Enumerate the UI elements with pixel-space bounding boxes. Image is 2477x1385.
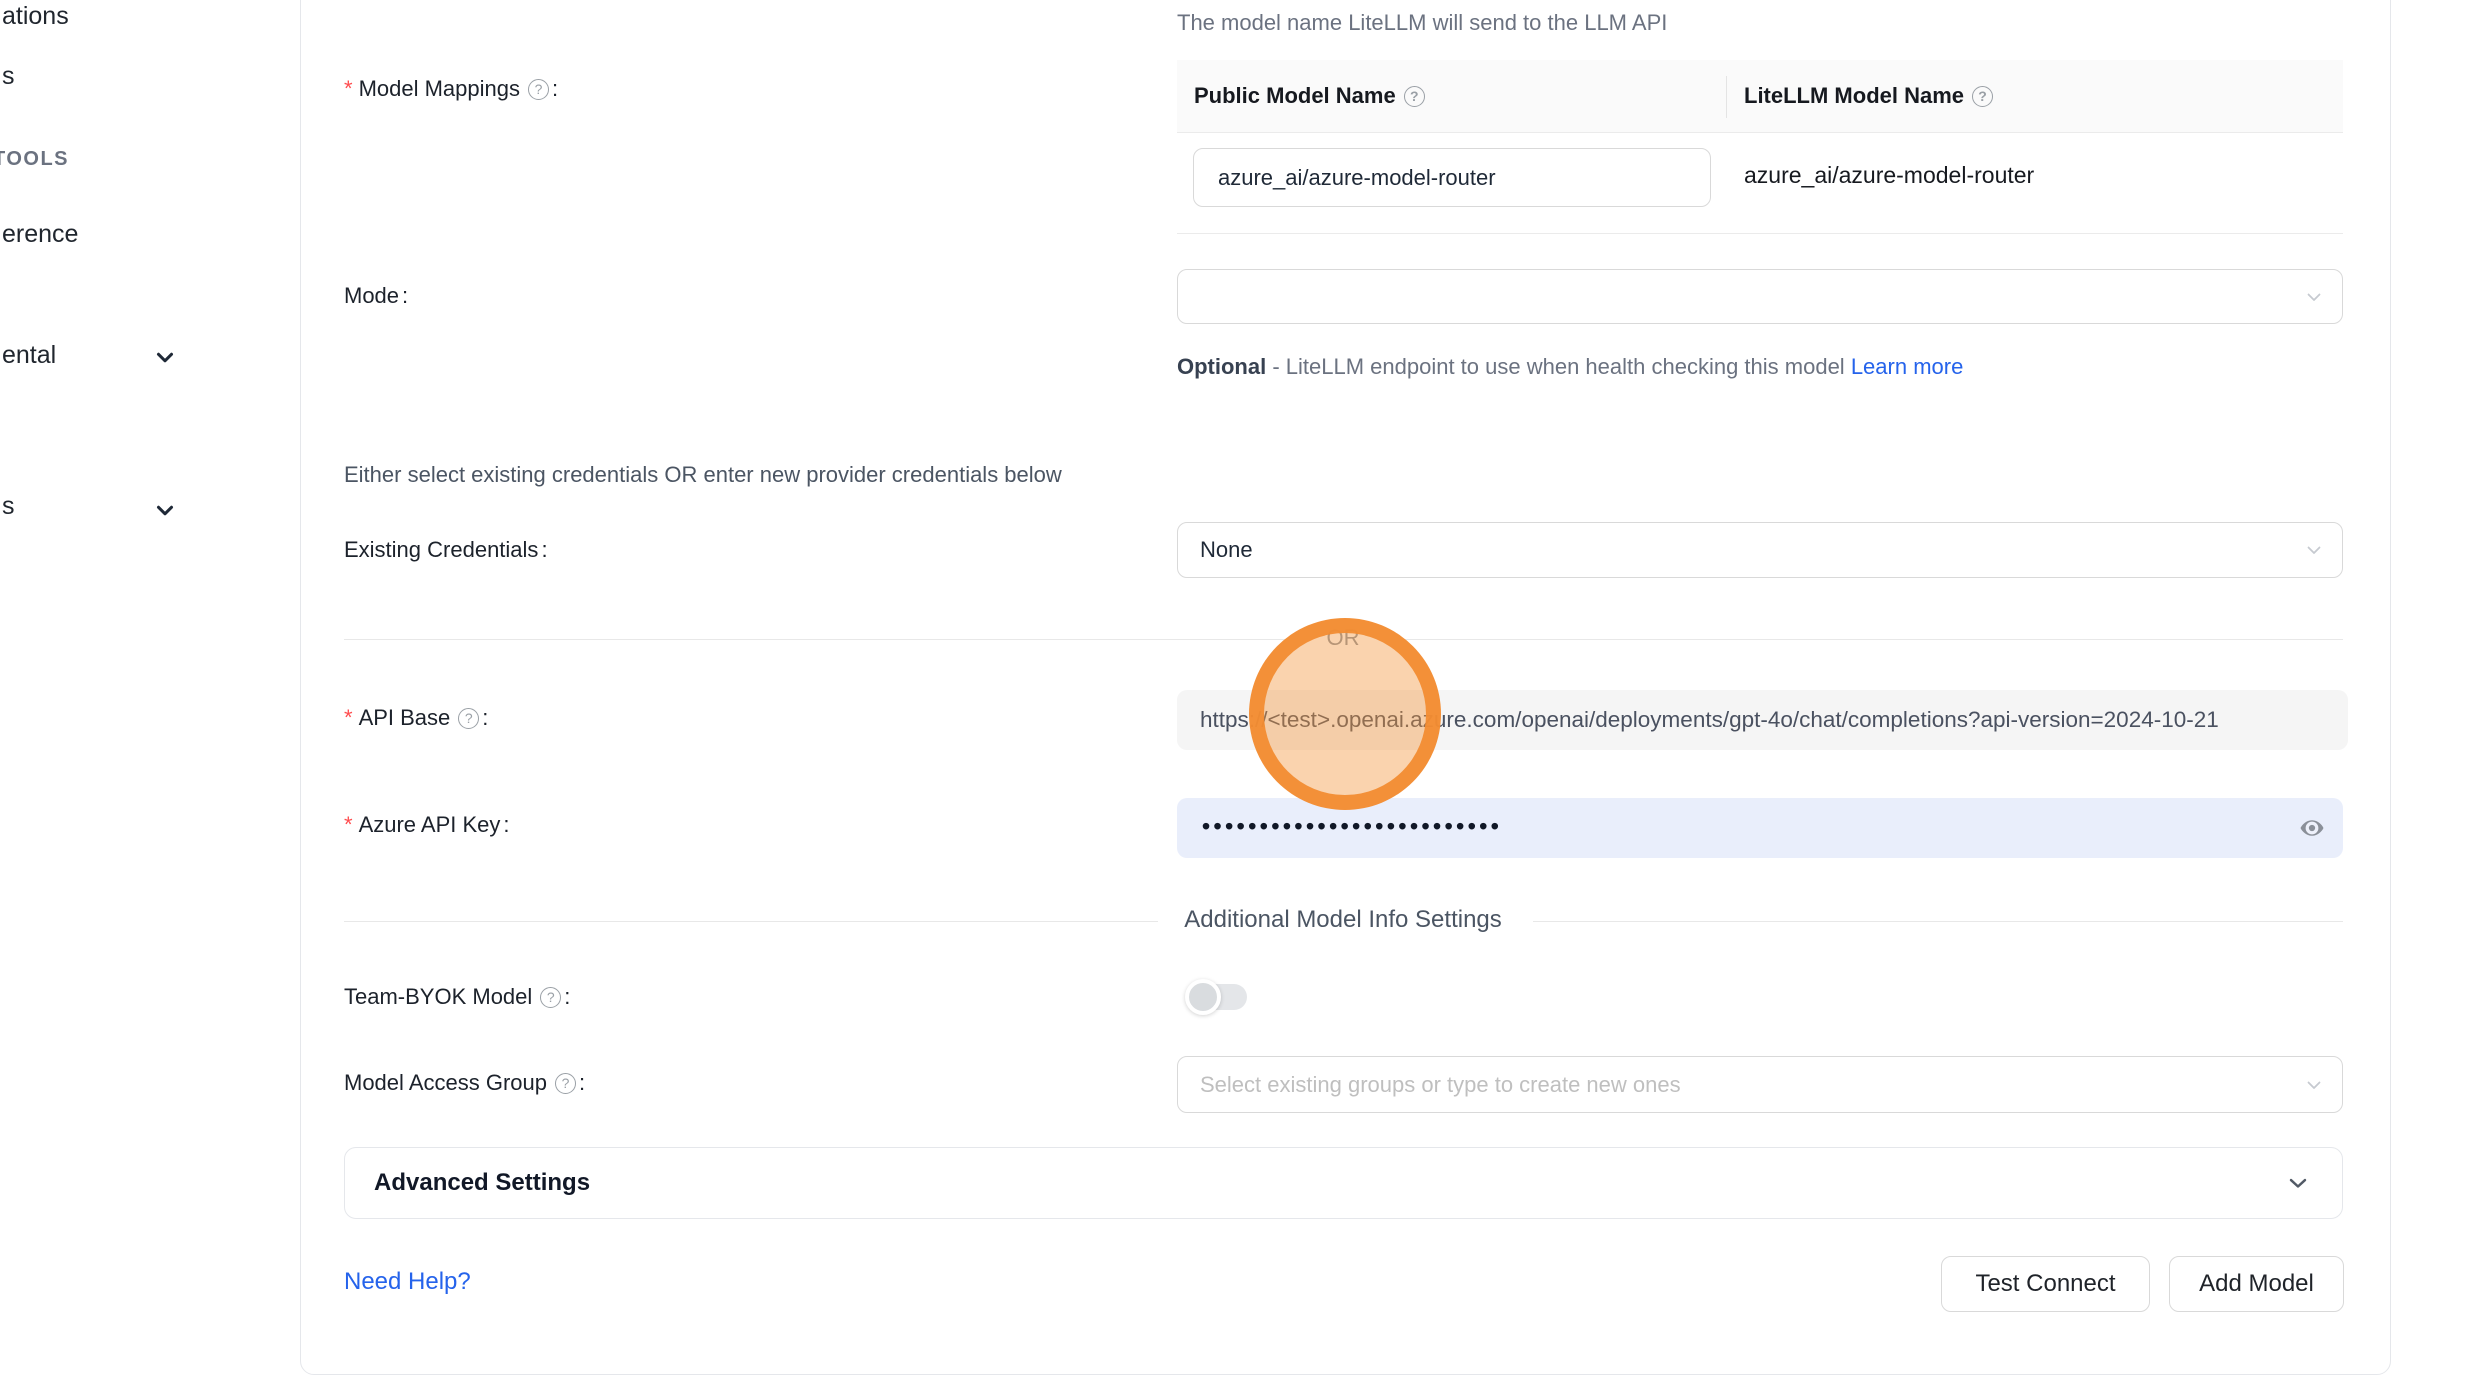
table-row-divider bbox=[1177, 233, 2343, 234]
section-divider-line bbox=[344, 921, 1158, 922]
required-asterisk: * bbox=[344, 76, 353, 102]
help-question-icon[interactable]: ? bbox=[528, 79, 549, 100]
sidebar-item[interactable]: erence bbox=[2, 220, 78, 249]
sidebar-item-settings[interactable]: s bbox=[2, 492, 15, 521]
mode-help-bold: Optional bbox=[1177, 354, 1266, 379]
model-mappings-label: * Model Mappings ? : bbox=[344, 76, 558, 102]
add-model-page: ations s TOOLS erence ental s The model … bbox=[0, 0, 2477, 1385]
test-connect-button[interactable]: Test Connect bbox=[1941, 1256, 2150, 1312]
chevron-down-icon bbox=[2302, 285, 2326, 309]
or-divider-line bbox=[1384, 639, 2343, 640]
model-name-hint: The model name LiteLLM will send to the … bbox=[1177, 10, 1667, 36]
sidebar-section-tools: TOOLS bbox=[0, 148, 69, 171]
chevron-down-icon[interactable] bbox=[152, 497, 178, 523]
team-byok-toggle[interactable] bbox=[1185, 979, 1251, 1015]
azure-api-key-input[interactable]: •••••••••••••••••••••••••• bbox=[1177, 798, 2343, 858]
api-base-label-text: API Base bbox=[359, 705, 451, 731]
litellm-model-name-header-text: LiteLLM Model Name bbox=[1744, 83, 1964, 109]
model-mappings-label-text: Model Mappings bbox=[359, 76, 520, 102]
masked-api-key: •••••••••••••••••••••••••• bbox=[1202, 813, 1502, 840]
mode-select[interactable] bbox=[1177, 269, 2343, 324]
mode-label-text: Mode bbox=[344, 283, 399, 309]
public-model-name-input[interactable]: azure_ai/azure-model-router bbox=[1193, 148, 1711, 207]
api-base-label: * API Base ? : bbox=[344, 705, 488, 731]
chevron-down-icon[interactable] bbox=[152, 344, 178, 370]
learn-more-link[interactable]: Learn more bbox=[1851, 354, 1964, 379]
chevron-down-icon bbox=[2302, 1073, 2326, 1097]
help-question-icon[interactable]: ? bbox=[555, 1073, 576, 1094]
help-question-icon[interactable]: ? bbox=[458, 708, 479, 729]
team-byok-label: Team-BYOK Model ? : bbox=[344, 984, 570, 1010]
help-question-icon[interactable]: ? bbox=[540, 987, 561, 1008]
section-divider-line bbox=[1533, 921, 2343, 922]
existing-credentials-label: Existing Credentials : bbox=[344, 537, 548, 563]
sidebar-item-organizations[interactable]: ations bbox=[2, 2, 69, 31]
public-model-name-header: Public Model Name ? bbox=[1177, 60, 1727, 132]
chevron-down-icon bbox=[2302, 538, 2326, 562]
toggle-knob bbox=[1185, 979, 1221, 1015]
label-colon: : bbox=[552, 76, 558, 102]
existing-credentials-value: None bbox=[1200, 537, 1253, 563]
model-access-group-select[interactable]: Select existing groups or type to create… bbox=[1177, 1056, 2343, 1113]
advanced-settings-panel[interactable]: Advanced Settings bbox=[344, 1147, 2343, 1219]
additional-settings-divider-title: Additional Model Info Settings bbox=[1184, 906, 1502, 934]
label-colon: : bbox=[503, 812, 509, 838]
label-colon: : bbox=[541, 537, 547, 563]
credentials-note: Either select existing credentials OR en… bbox=[344, 462, 1062, 488]
azure-api-key-label-text: Azure API Key bbox=[359, 812, 501, 838]
model-access-group-placeholder: Select existing groups or type to create… bbox=[1200, 1072, 1681, 1098]
label-colon: : bbox=[402, 283, 408, 309]
or-divider-text: OR bbox=[1310, 625, 1376, 651]
existing-credentials-label-text: Existing Credentials bbox=[344, 537, 538, 563]
show-password-eye-icon[interactable] bbox=[2295, 815, 2329, 841]
azure-api-key-label: * Azure API Key : bbox=[344, 812, 510, 838]
label-colon: : bbox=[564, 984, 570, 1010]
required-asterisk: * bbox=[344, 812, 353, 838]
advanced-settings-title: Advanced Settings bbox=[374, 1169, 590, 1197]
team-byok-label-text: Team-BYOK Model bbox=[344, 984, 532, 1010]
label-colon: : bbox=[482, 705, 488, 731]
litellm-model-name-header: LiteLLM Model Name ? bbox=[1727, 60, 2343, 132]
existing-credentials-select[interactable]: None bbox=[1177, 522, 2343, 578]
required-asterisk: * bbox=[344, 705, 353, 731]
litellm-model-name-value: azure_ai/azure-model-router bbox=[1744, 162, 2034, 189]
mode-help-rest: - LiteLLM endpoint to use when health ch… bbox=[1266, 354, 1851, 379]
model-access-group-label: Model Access Group ? : bbox=[344, 1070, 585, 1096]
or-divider-line bbox=[344, 639, 1302, 640]
api-base-input[interactable]: https://<test>.openai.azure.com/openai/d… bbox=[1177, 690, 2348, 750]
label-colon: : bbox=[579, 1070, 585, 1096]
need-help-link[interactable]: Need Help? bbox=[344, 1268, 471, 1296]
model-mappings-table-header: Public Model Name ? LiteLLM Model Name ? bbox=[1177, 60, 2343, 133]
add-model-button[interactable]: Add Model bbox=[2169, 1256, 2344, 1312]
model-access-group-label-text: Model Access Group bbox=[344, 1070, 547, 1096]
help-question-icon[interactable]: ? bbox=[1404, 86, 1425, 107]
sidebar-item-experimental[interactable]: ental bbox=[2, 341, 56, 370]
chevron-down-icon bbox=[2284, 1169, 2312, 1197]
public-model-name-header-text: Public Model Name bbox=[1194, 83, 1396, 109]
mode-help-text: Optional - LiteLLM endpoint to use when … bbox=[1177, 347, 1963, 386]
mode-label: Mode : bbox=[344, 283, 408, 309]
sidebar-item[interactable]: s bbox=[2, 62, 15, 91]
help-question-icon[interactable]: ? bbox=[1972, 86, 1993, 107]
